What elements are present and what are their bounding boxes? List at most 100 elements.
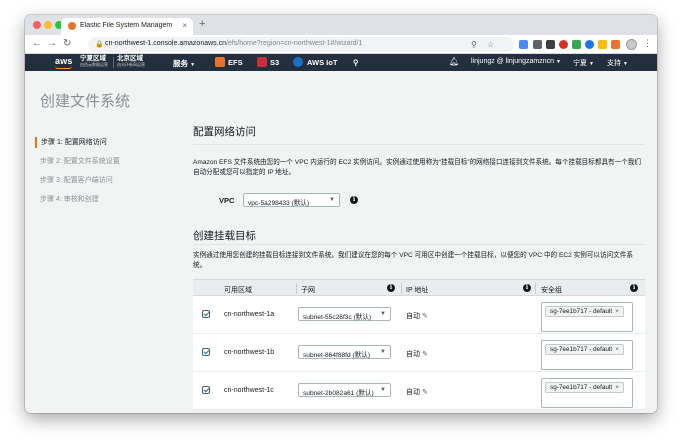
security-group-tag: sg-7ee1b717 - default ×: [545, 306, 624, 317]
aws-console-nav: aws 宁夏区域 由西云数据运营 北京区域 由光环新网运营 服务 ▼ EFS S…: [25, 54, 657, 71]
browser-window: Elastic File System Managem × + ← → ↻ 🔒 …: [25, 15, 657, 413]
extension-icon[interactable]: [572, 40, 581, 49]
az-name: cn-northwest-1b: [224, 349, 275, 356]
extension-icon[interactable]: [533, 40, 542, 49]
user-menu[interactable]: linjungz @ linjungzamzncn ▼: [471, 58, 561, 65]
subnet-info-icon[interactable]: i: [387, 284, 395, 292]
browser-toolbar: ← → ↻ 🔒 cn-northwest-1.console.amazonaws…: [25, 35, 657, 54]
remove-tag-icon[interactable]: ×: [615, 308, 619, 315]
security-group-field[interactable]: sg-7ee1b717 - default ×: [541, 378, 633, 408]
pencil-icon[interactable]: ✎: [422, 313, 428, 320]
aws-favicon-icon: [68, 22, 76, 30]
bell-icon[interactable]: 🔔︎: [449, 57, 459, 66]
nav-divider: [113, 57, 114, 68]
iot-service-icon: [293, 57, 303, 67]
extension-icon[interactable]: [559, 40, 568, 49]
table-row: cn-northwest-1c subnet-2b082a61 (默认) ▼ 自…: [193, 372, 645, 410]
extension-icon[interactable]: [611, 40, 620, 49]
az-name: cn-northwest-1c: [224, 387, 274, 394]
address-bar[interactable]: 🔒 cn-northwest-1.console.amazonaws.cn/ef…: [88, 37, 514, 52]
browser-tab[interactable]: Elastic File System Managem ×: [61, 18, 193, 35]
section-divider: [193, 144, 645, 145]
s3-service-icon: [257, 57, 267, 67]
column-header-subnet: 子网: [301, 287, 315, 294]
services-menu[interactable]: 服务 ▼: [173, 58, 195, 69]
menu-kebab-icon[interactable]: ⋮: [643, 38, 652, 49]
az-checkbox[interactable]: [202, 310, 210, 318]
security-group-tag: sg-7ee1b717 - default ×: [545, 382, 624, 393]
close-window-icon[interactable]: [33, 21, 41, 29]
subnet-select[interactable]: subnet-2b082a61 (默认) ▼: [298, 383, 391, 397]
vpc-select[interactable]: vpc-5a298433 (默认) ▼: [243, 193, 340, 207]
extension-icon[interactable]: [546, 40, 555, 49]
chevron-down-icon: ▼: [380, 311, 386, 317]
remove-tag-icon[interactable]: ×: [615, 384, 619, 391]
column-separator: [296, 283, 297, 294]
page-title: 创建文件系统: [40, 93, 131, 110]
search-icon[interactable]: ⚲: [471, 40, 477, 49]
lock-icon: 🔒: [95, 41, 104, 48]
az-checkbox[interactable]: [202, 348, 210, 356]
pin-icon[interactable]: ⚲: [353, 58, 359, 67]
chevron-down-icon: ▼: [329, 197, 335, 203]
step-1[interactable]: 步骤 1: 配置网络访问: [35, 137, 107, 148]
chevron-down-icon: ▼: [380, 387, 386, 393]
ip-address-field[interactable]: 自动 ✎: [406, 387, 428, 397]
ip-info-icon[interactable]: i: [523, 284, 531, 292]
pencil-icon[interactable]: ✎: [422, 351, 428, 358]
network-description: Amazon EFS 文件系统由您的一个 VPC 内运行的 EC2 实例访问。实…: [193, 159, 642, 176]
network-section-title: 配置网络访问: [193, 126, 256, 138]
ip-address-field[interactable]: 自动 ✎: [406, 349, 428, 359]
tab-title: Elastic File System Managem: [80, 22, 173, 29]
star-icon[interactable]: ☆: [487, 40, 494, 49]
forward-arrow-icon[interactable]: →: [47, 38, 57, 49]
region-beijing: 北京区域 由光环新网运营: [117, 55, 145, 67]
step-3[interactable]: 步骤 3: 配置客户端访问: [35, 175, 113, 186]
column-separator: [401, 283, 402, 294]
efs-service-icon: [215, 57, 225, 67]
section-divider: [193, 244, 645, 245]
step-2[interactable]: 步骤 2: 配置文件系统设置: [35, 156, 120, 167]
ip-address-field[interactable]: 自动 ✎: [406, 311, 428, 321]
sg-info-icon[interactable]: i: [630, 284, 638, 292]
region-ningxia: 宁夏区域 由西云数据运营: [80, 55, 108, 67]
efs-shortcut[interactable]: EFS: [228, 58, 243, 67]
page-content: 创建文件系统 步骤 1: 配置网络访问 步骤 2: 配置文件系统设置 步骤 3:…: [25, 71, 657, 413]
column-header-az: 可用区域: [224, 287, 252, 294]
table-header: 可用区域 子网 i IP 地址 i 安全组 i: [193, 279, 645, 296]
url-text: cn-northwest-1.console.amazonaws.cn/efs/…: [105, 40, 363, 47]
region-menu[interactable]: 宁夏 ▼: [573, 58, 594, 68]
reload-icon[interactable]: ↻: [63, 38, 71, 49]
tab-close-icon[interactable]: ×: [182, 21, 187, 30]
column-header-sg: 安全组: [541, 287, 562, 294]
chevron-down-icon: ▼: [380, 349, 386, 355]
iot-shortcut[interactable]: AWS IoT: [307, 58, 337, 67]
aws-logo[interactable]: aws: [55, 56, 73, 66]
extension-icon[interactable]: [519, 40, 528, 49]
mount-section-title: 创建挂载目标: [193, 230, 256, 242]
profile-avatar[interactable]: [626, 39, 637, 50]
new-tab-button[interactable]: +: [199, 18, 205, 30]
s3-shortcut[interactable]: S3: [270, 58, 279, 67]
subnet-select[interactable]: subnet-864f88fd (默认) ▼: [298, 345, 391, 359]
remove-tag-icon[interactable]: ×: [615, 346, 619, 353]
step-4[interactable]: 步骤 4: 审核和创建: [35, 194, 99, 205]
minimize-window-icon[interactable]: [44, 21, 52, 29]
extension-icon[interactable]: [585, 40, 594, 49]
tab-strip: Elastic File System Managem × +: [25, 15, 657, 35]
extension-icon[interactable]: [598, 40, 607, 49]
table-row: cn-northwest-1b subnet-864f88fd (默认) ▼ 自…: [193, 334, 645, 372]
back-arrow-icon[interactable]: ←: [32, 38, 42, 49]
aws-logo-smile: [55, 66, 72, 69]
subnet-select[interactable]: subnet-55c26f3c (默认) ▼: [298, 307, 391, 321]
vpc-label: VPC: [219, 196, 235, 205]
pencil-icon[interactable]: ✎: [422, 389, 428, 396]
security-group-field[interactable]: sg-7ee1b717 - default ×: [541, 302, 633, 332]
security-group-tag: sg-7ee1b717 - default ×: [545, 344, 624, 355]
support-menu[interactable]: 支持 ▼: [607, 58, 628, 68]
mount-description: 实例通过使用您创建的挂载目标连接到文件系统。我们建议在您的每个 VPC 可用区中…: [193, 252, 633, 269]
security-group-field[interactable]: sg-7ee1b717 - default ×: [541, 340, 633, 370]
vpc-info-icon[interactable]: i: [350, 196, 358, 204]
column-separator: [535, 283, 536, 294]
az-checkbox[interactable]: [202, 386, 210, 394]
